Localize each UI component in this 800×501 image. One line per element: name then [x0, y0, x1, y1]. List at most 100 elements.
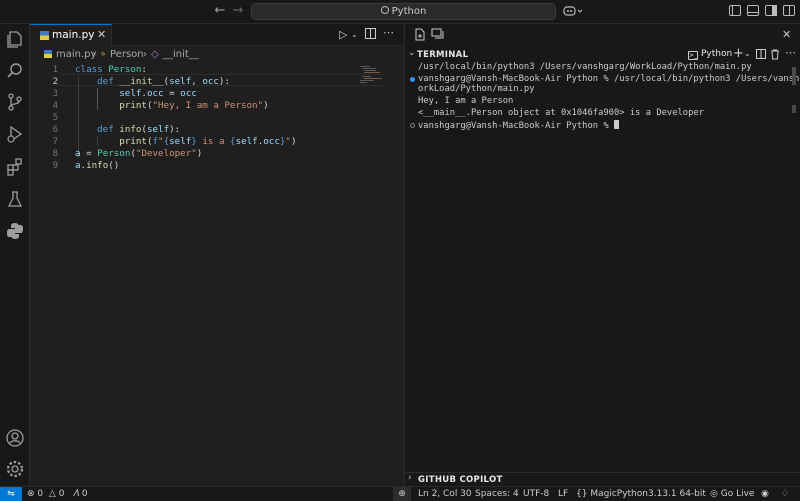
code-token: __init__ — [119, 76, 164, 87]
more-actions-icon[interactable]: ⋯ — [383, 26, 394, 39]
python-interpreter[interactable]: 3.13.1 64-bit — [648, 488, 706, 500]
toggle-sidebar-icon[interactable] — [728, 4, 742, 18]
search-text: Python — [391, 6, 427, 17]
github-copilot-label: GITHUB COPILOT — [418, 475, 503, 485]
copilot-icon[interactable] — [563, 4, 585, 18]
terminal-title[interactable]: TERMINAL — [417, 50, 468, 60]
python-file-icon — [44, 50, 52, 61]
breadcrumb-file[interactable]: main.py — [56, 49, 96, 60]
chat-icon[interactable] — [431, 28, 445, 42]
code-token: def — [97, 124, 120, 135]
copilot-status-icon[interactable]: ◉ — [761, 488, 769, 500]
add-terminal-icon[interactable]: + — [733, 46, 744, 61]
code-token: is a — [196, 136, 231, 147]
python-file-icon — [40, 31, 49, 40]
chevron-right-icon: › — [92, 49, 96, 60]
code-token: Person — [108, 64, 142, 75]
code-token: self — [169, 76, 192, 87]
run-python-file-icon[interactable]: ▷ — [339, 28, 347, 41]
terminal-scroll-marker — [792, 105, 796, 113]
terminal-output[interactable]: /usr/local/bin/python3 /Users/vanshgarg/… — [405, 62, 800, 462]
zoom-icon[interactable]: ⊕ — [393, 487, 411, 501]
run-debug-icon[interactable] — [5, 124, 25, 144]
breadcrumb-class[interactable]: Person — [110, 49, 144, 60]
code-token: : — [141, 64, 147, 75]
code-token: ): — [218, 76, 230, 87]
code-token: ) — [290, 136, 297, 147]
chevron-down-icon[interactable]: ⌄ — [744, 49, 751, 58]
chevron-down-icon[interactable]: ⌄ — [408, 48, 416, 58]
ports-indicator[interactable]: 𝛬 0 — [73, 488, 88, 500]
command-pending-icon[interactable] — [410, 123, 415, 128]
minimap[interactable] — [360, 64, 386, 104]
problems-indicator[interactable]: ⊗ 0 △ 0 — [27, 488, 64, 500]
customize-layout-icon[interactable] — [782, 4, 796, 18]
command-decoration-icon[interactable] — [410, 77, 415, 82]
code-line: def info(self): — [75, 124, 180, 136]
breadcrumb: main.py › ∘ Person › ◇ __init__ — [30, 46, 403, 64]
code-token: def — [97, 76, 120, 87]
code-token: occ — [263, 136, 280, 147]
close-icon[interactable]: ✕ — [97, 28, 106, 41]
go-live-button[interactable]: ◎ Go Live — [710, 488, 754, 500]
terminal-line: vanshgarg@Vansh-MacBook-Air Python % — [418, 120, 619, 131]
editor-tab-bar: main.py ✕ ▷ ⌄ ⋯ — [30, 24, 403, 46]
terminal-line: <__main__.Person object at 0x1046fa900> … — [418, 108, 704, 118]
code-token: ): — [169, 124, 181, 135]
extensions-icon[interactable] — [5, 157, 25, 177]
cursor-position[interactable]: Ln 2, Col 30 — [418, 488, 472, 500]
github-copilot-section[interactable]: › GITHUB COPILOT — [405, 472, 800, 486]
toggle-secondary-sidebar-icon[interactable] — [764, 4, 778, 18]
line-number: 4 — [52, 101, 58, 111]
code-token: = — [80, 148, 98, 159]
terminal-line: orkLoad/Python/main.py — [418, 84, 535, 94]
code-token: self — [235, 136, 258, 147]
toggle-panel-icon[interactable] — [746, 4, 760, 18]
new-file-icon[interactable] — [414, 28, 428, 42]
testing-flask-icon[interactable] — [5, 189, 25, 209]
indentation[interactable]: Spaces: 4 — [475, 488, 519, 500]
notifications-bell-icon[interactable]: ♢ — [781, 488, 789, 500]
tab-main-py[interactable]: main.py ✕ — [30, 24, 112, 46]
source-control-icon[interactable] — [5, 92, 25, 112]
code-token: print — [119, 136, 147, 147]
status-bar: ⇋ ⊗ 0 △ 0 𝛬 0 ⊕ Ln 2, Col 30 Spaces: 4 U… — [0, 486, 800, 501]
code-token: self — [146, 124, 170, 135]
chevron-down-icon[interactable]: ⌄ — [351, 30, 358, 39]
code-token: occ — [202, 76, 219, 87]
split-terminal-icon[interactable] — [756, 49, 766, 62]
code-line: self.occ = occ — [75, 88, 197, 100]
trash-icon[interactable] — [770, 49, 780, 63]
tab-label: main.py — [52, 29, 95, 41]
activity-bar — [0, 24, 30, 486]
search-icon[interactable] — [5, 61, 25, 81]
encoding[interactable]: UTF-8 — [523, 488, 549, 500]
panel-area: ✕ ⌄ TERMINAL >_ Python + ⌄ ⋯ /usr/local/b… — [404, 24, 800, 486]
terminal-profile-label: Python — [701, 49, 733, 59]
end-of-line[interactable]: LF — [558, 488, 568, 500]
split-editor-icon[interactable] — [365, 28, 376, 42]
arrow-left-icon[interactable]: ← — [212, 3, 228, 19]
explorer-icon[interactable] — [5, 29, 25, 49]
terminal-scrollbar[interactable] — [792, 67, 796, 85]
error-icon: ⊗ — [27, 489, 35, 499]
settings-gear-icon[interactable] — [5, 459, 25, 479]
line-number: 2 — [52, 77, 58, 87]
remote-indicator-icon[interactable]: ⇋ — [0, 487, 22, 501]
account-icon[interactable] — [5, 428, 25, 448]
breadcrumb-method[interactable]: __init__ — [163, 49, 199, 60]
more-actions-icon[interactable]: ⋯ — [785, 46, 796, 59]
error-count: 0 — [37, 489, 44, 499]
terminal-profile[interactable]: >_ Python — [684, 47, 736, 62]
code-token: self — [169, 136, 192, 147]
arrow-right-icon[interactable]: → — [230, 3, 246, 19]
close-panel-icon[interactable]: ✕ — [782, 28, 796, 42]
command-center-search[interactable]: Python — [251, 3, 556, 20]
line-number: 1 — [52, 65, 58, 75]
terminal-line: vanshgarg@Vansh-MacBook-Air Python % /us… — [418, 74, 800, 84]
python-icon[interactable] — [5, 221, 25, 241]
language-mode[interactable]: {} MagicPython — [576, 488, 648, 500]
